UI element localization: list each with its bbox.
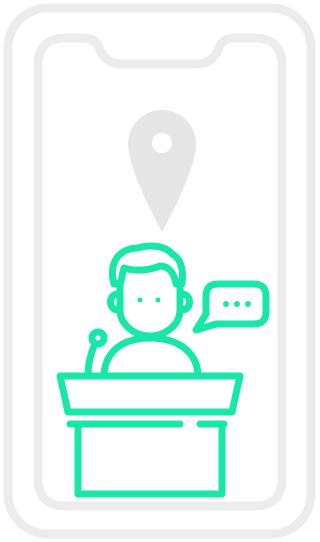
illustration-canvas: [0, 0, 319, 542]
speech-bubble-dot-2: [234, 301, 240, 307]
podium-top: [56, 372, 244, 416]
speaker-left-eye: [137, 297, 143, 303]
smartphone-icon: [3, 3, 316, 539]
microphone-head: [88, 328, 108, 348]
podium-base: [74, 420, 226, 498]
location-pin-hole: [152, 133, 172, 153]
location-pin-shape: [128, 110, 196, 232]
location-pin-icon: [128, 110, 196, 232]
phone-outer-frame: [3, 3, 316, 539]
microphone-stand: [84, 342, 98, 378]
speaker-shoulders: [100, 334, 202, 378]
public-speaking-illustration: [3, 3, 316, 539]
speaker-right-eye: [155, 297, 161, 303]
speech-bubble-dot-1: [223, 301, 229, 307]
speech-bubble-dot-3: [245, 301, 251, 307]
speaker-face: [116, 278, 184, 340]
speech-bubble-outline: [192, 280, 270, 334]
speaker-hair: [109, 242, 186, 288]
speech-bubble-icon: [192, 280, 270, 334]
